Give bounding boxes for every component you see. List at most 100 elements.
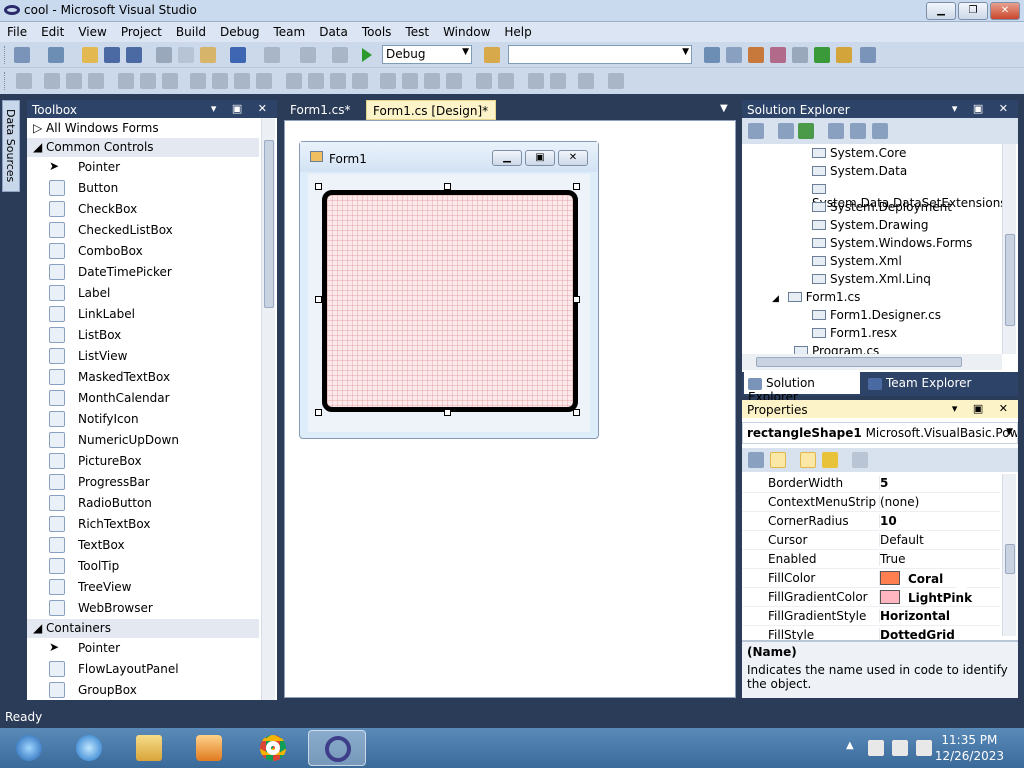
toolbox-item[interactable]: FlowLayoutPanel xyxy=(27,659,259,680)
property-pages-icon[interactable] xyxy=(852,452,868,468)
increase-vertical-spacing-icon[interactable] xyxy=(402,73,418,89)
paste-icon[interactable] xyxy=(200,47,216,63)
pane-buttons[interactable]: ▾ ▣ ✕ xyxy=(952,102,1014,115)
toolbox-item[interactable]: CheckBox xyxy=(27,199,259,220)
solution-node[interactable]: System.Data xyxy=(812,164,907,182)
toolbox-item[interactable]: ProgressBar xyxy=(27,472,259,493)
property-row[interactable]: Enabled True xyxy=(742,550,1000,569)
toolbox-item[interactable]: ToolTip xyxy=(27,556,259,577)
toolbox-item[interactable]: NotifyIcon xyxy=(27,409,259,430)
toolbox-item[interactable]: CheckedListBox xyxy=(27,220,259,241)
menu-team[interactable]: Team xyxy=(266,22,312,39)
view-code-icon[interactable] xyxy=(828,123,844,139)
menu-window[interactable]: Window xyxy=(436,22,497,39)
bring-to-front-icon[interactable] xyxy=(528,73,544,89)
clock[interactable]: 11:35 PM 12/26/2023 xyxy=(935,732,1004,764)
remove-vertical-spacing-icon[interactable] xyxy=(446,73,462,89)
align-rights-icon[interactable] xyxy=(88,73,104,89)
refresh-icon[interactable] xyxy=(798,123,814,139)
solution-node[interactable]: Form1.resx xyxy=(812,326,897,344)
make-same-size-icon[interactable] xyxy=(234,73,250,89)
menu-project[interactable]: Project xyxy=(114,22,169,39)
resize-handle[interactable] xyxy=(573,409,580,416)
categorized-icon[interactable] xyxy=(748,452,764,468)
property-row[interactable]: CornerRadius 10 xyxy=(742,512,1000,531)
property-value[interactable]: True xyxy=(879,552,906,566)
toolbox-item[interactable]: GroupBox xyxy=(27,680,259,701)
property-row[interactable]: BorderWidth 5 xyxy=(742,474,1000,493)
menu-debug[interactable]: Debug xyxy=(213,22,266,39)
find-in-files-icon[interactable] xyxy=(484,47,500,63)
properties-window-icon[interactable] xyxy=(726,47,742,63)
file-explorer-task[interactable] xyxy=(122,730,176,766)
property-value[interactable]: 5 xyxy=(879,476,888,490)
resize-handle[interactable] xyxy=(573,296,580,303)
solution-node[interactable]: System.Xml.Linq xyxy=(812,272,931,290)
align-middles-icon[interactable] xyxy=(140,73,156,89)
tab-form1-design[interactable]: Form1.cs [Design]* ✕ xyxy=(366,100,496,132)
property-row[interactable]: FillGradientStyle Horizontal xyxy=(742,607,1000,626)
menu-file[interactable]: File xyxy=(0,22,34,39)
restore-button[interactable]: ❐ xyxy=(958,2,988,20)
chrome-task[interactable] xyxy=(246,730,300,766)
new-project-icon[interactable] xyxy=(14,47,30,63)
solution-node[interactable]: ◢ Form1.cs xyxy=(772,290,860,308)
property-value[interactable]: (none) xyxy=(879,495,919,509)
property-row[interactable]: Cursor Default xyxy=(742,531,1000,550)
resize-handle[interactable] xyxy=(573,183,580,190)
open-file-icon[interactable] xyxy=(82,47,98,63)
toolbox-item[interactable]: ➤ Pointer xyxy=(27,157,259,178)
solution-node[interactable]: System.Drawing xyxy=(812,218,928,236)
redo-icon[interactable] xyxy=(264,47,280,63)
tab-form1-cs[interactable]: Form1.cs* xyxy=(284,100,364,120)
align-tops-icon[interactable] xyxy=(118,73,134,89)
pane-buttons[interactable]: ▾ ▣ ✕ xyxy=(952,402,1014,415)
increase-horizontal-spacing-icon[interactable] xyxy=(308,73,324,89)
align-lefts-icon[interactable] xyxy=(44,73,60,89)
toolbox-item[interactable]: RadioButton xyxy=(27,493,259,514)
rectangle-shape[interactable] xyxy=(322,190,578,412)
cut-icon[interactable] xyxy=(156,47,172,63)
tab-solution-explorer[interactable]: Solution Explorer xyxy=(744,372,860,404)
scroll-thumb[interactable] xyxy=(1005,544,1015,574)
menu-data[interactable]: Data xyxy=(312,22,355,39)
expander-icon[interactable]: ◢ xyxy=(772,294,782,304)
toolbox-item[interactable]: RichTextBox xyxy=(27,514,259,535)
visual-studio-task[interactable] xyxy=(308,730,366,766)
copy-icon[interactable] xyxy=(178,47,194,63)
solution-node[interactable]: System.Core xyxy=(812,146,906,164)
add-item-icon[interactable] xyxy=(48,47,64,63)
toolbar-grip[interactable] xyxy=(4,72,7,90)
menu-edit[interactable]: Edit xyxy=(34,22,71,39)
align-bottoms-icon[interactable] xyxy=(162,73,178,89)
vertical-spacing-icon[interactable] xyxy=(380,73,396,89)
close-button[interactable]: ✕ xyxy=(990,2,1020,20)
tools-icon[interactable] xyxy=(792,47,808,63)
internet-explorer-task[interactable] xyxy=(62,730,116,766)
show-hidden-icons[interactable]: ▲ xyxy=(846,740,854,751)
network-icon[interactable] xyxy=(892,740,908,756)
toolbox-item[interactable]: PictureBox xyxy=(27,451,259,472)
minimize-button[interactable]: ▁ xyxy=(926,2,956,20)
scroll-thumb[interactable] xyxy=(756,357,962,367)
tab-order-icon[interactable] xyxy=(578,73,594,89)
decrease-vertical-spacing-icon[interactable] xyxy=(424,73,440,89)
resize-handle[interactable] xyxy=(315,183,322,190)
navigate-forward-icon[interactable] xyxy=(332,47,348,63)
media-player-task[interactable] xyxy=(182,730,236,766)
menu-help[interactable]: Help xyxy=(497,22,538,39)
properties-view-icon[interactable] xyxy=(800,452,816,468)
solution-explorer-icon[interactable] xyxy=(704,47,720,63)
toolbox-item[interactable]: NumericUpDown xyxy=(27,430,259,451)
resize-handle[interactable] xyxy=(444,409,451,416)
menu-view[interactable]: View xyxy=(71,22,113,39)
toolbox-item[interactable]: DateTimePicker xyxy=(27,262,259,283)
toolbox-item[interactable]: Label xyxy=(27,283,259,304)
toolbox-scrollbar[interactable] xyxy=(261,118,275,700)
toolbox-item[interactable]: ListBox xyxy=(27,325,259,346)
toolbar-grip[interactable] xyxy=(4,46,7,64)
pane-buttons[interactable]: ▾ ▣ ✕ xyxy=(211,102,273,115)
show-all-files-icon[interactable] xyxy=(778,123,794,139)
start-debugging-icon[interactable] xyxy=(362,48,372,62)
volume-icon[interactable] xyxy=(916,740,932,756)
